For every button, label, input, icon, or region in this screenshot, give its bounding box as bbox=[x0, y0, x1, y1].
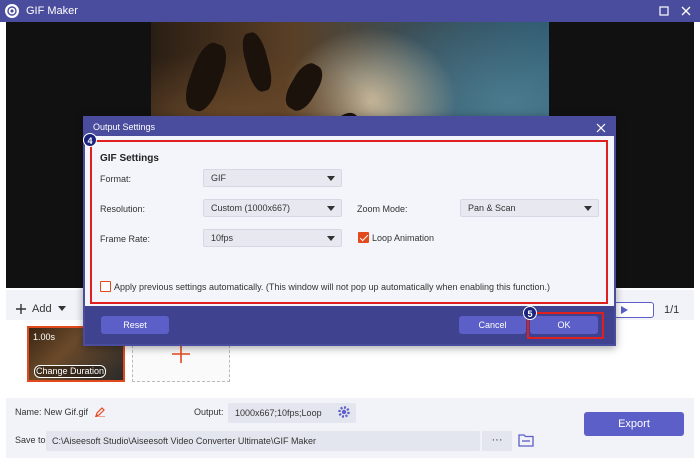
resolution-value: Custom (1000x667) bbox=[211, 203, 291, 213]
zoom-mode-select[interactable]: Pan & Scan bbox=[460, 199, 599, 217]
zoom-mode-value: Pan & Scan bbox=[468, 203, 516, 213]
chevron-down-icon bbox=[57, 306, 66, 311]
app-logo-icon bbox=[5, 4, 19, 18]
change-duration-button[interactable]: Change Duration bbox=[34, 365, 106, 378]
chevron-down-icon bbox=[584, 206, 592, 211]
apply-previous-label: Apply previous settings automatically. (… bbox=[114, 282, 551, 292]
tiger-stripe bbox=[238, 30, 276, 94]
maximize-icon[interactable] bbox=[656, 3, 672, 19]
apply-previous-checkbox[interactable] bbox=[100, 281, 111, 292]
window-title: GIF Maker bbox=[26, 5, 78, 17]
tiger-stripe bbox=[179, 38, 233, 116]
play-icon bbox=[621, 306, 628, 314]
edit-icon[interactable] bbox=[95, 406, 105, 420]
gif-settings-title: GIF Settings bbox=[100, 153, 159, 164]
page-count: 1/1 bbox=[664, 304, 680, 316]
chevron-down-icon bbox=[327, 176, 335, 181]
chevron-down-icon bbox=[327, 236, 335, 241]
chevron-down-icon bbox=[327, 206, 335, 211]
saveto-label: Save to: bbox=[15, 435, 49, 445]
settings-highlight bbox=[90, 140, 608, 304]
reset-button[interactable]: Reset bbox=[101, 316, 169, 334]
add-button[interactable]: Add bbox=[16, 299, 66, 319]
clip-duration: 1.00s bbox=[33, 332, 56, 342]
add-button-label: Add bbox=[32, 303, 52, 315]
format-label: Format: bbox=[100, 174, 132, 184]
gear-icon[interactable] bbox=[337, 405, 351, 422]
export-button[interactable]: Export bbox=[584, 412, 684, 436]
frame-rate-value: 10fps bbox=[211, 233, 234, 243]
zoom-mode-label: Zoom Mode: bbox=[357, 204, 408, 214]
step-marker-5: 5 bbox=[523, 306, 537, 320]
folder-icon[interactable] bbox=[518, 433, 534, 450]
ok-highlight bbox=[527, 312, 604, 339]
frame-rate-label: Frame Rate: bbox=[100, 234, 151, 244]
saveto-path-field[interactable]: C:\Aiseesoft Studio\Aiseesoft Video Conv… bbox=[46, 431, 480, 451]
plus-icon bbox=[172, 345, 190, 363]
name-label: Name: bbox=[15, 407, 42, 417]
loop-animation-checkbox[interactable] bbox=[358, 232, 369, 243]
plus-icon bbox=[16, 304, 26, 314]
close-icon[interactable] bbox=[678, 3, 694, 19]
resolution-label: Resolution: bbox=[100, 204, 146, 214]
dialog-title-text: Output Settings bbox=[93, 122, 156, 132]
resolution-select[interactable]: Custom (1000x667) bbox=[203, 199, 342, 217]
tiger-stripe bbox=[280, 58, 328, 116]
name-value: New Gif.gif bbox=[44, 407, 89, 417]
step-marker-4: 4 bbox=[83, 133, 97, 147]
output-label: Output: bbox=[194, 407, 224, 417]
loop-animation-label: Loop Animation bbox=[372, 233, 435, 243]
title-bar: GIF Maker bbox=[0, 0, 700, 22]
format-value: GIF bbox=[211, 173, 226, 183]
frame-rate-select[interactable]: 10fps bbox=[203, 229, 342, 247]
cancel-button[interactable]: Cancel bbox=[459, 316, 526, 334]
browse-button[interactable]: ··· bbox=[482, 431, 512, 451]
play-toggle[interactable] bbox=[614, 302, 654, 318]
format-select[interactable]: GIF bbox=[203, 169, 342, 187]
dialog-title: Output Settings bbox=[85, 118, 614, 136]
